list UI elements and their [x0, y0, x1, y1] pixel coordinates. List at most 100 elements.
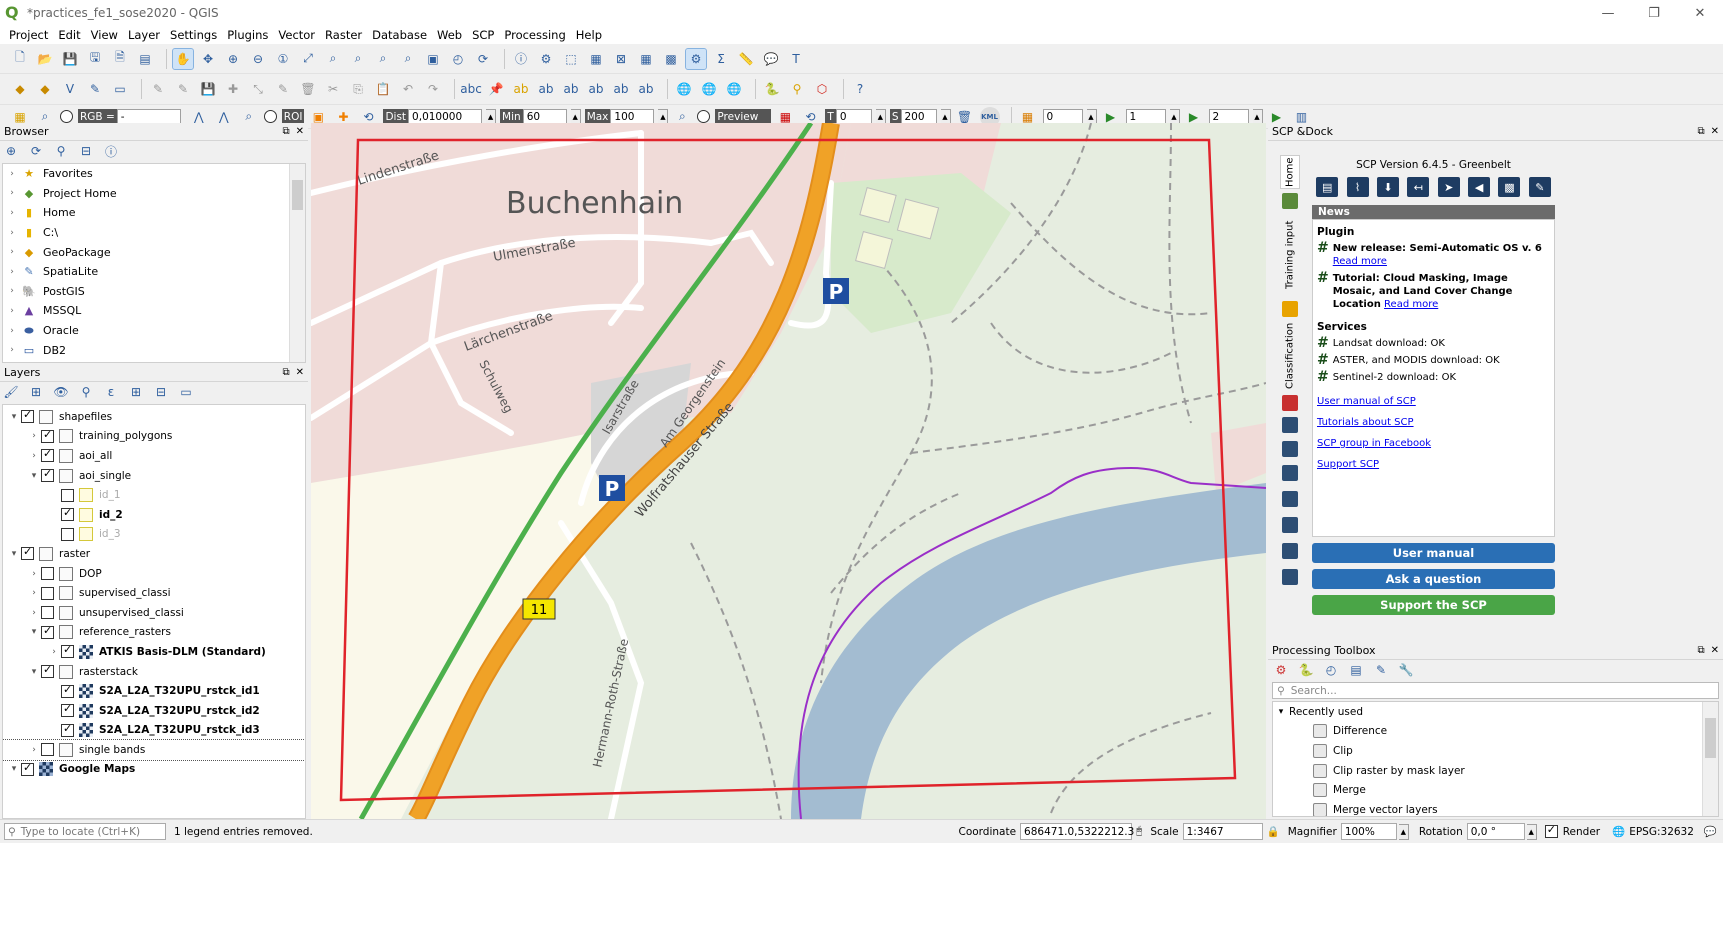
measure-icon[interactable]: 📏	[736, 49, 756, 69]
download-tab-icon[interactable]	[1282, 417, 1298, 433]
label-change-icon[interactable]: ab	[586, 79, 606, 99]
scp-process-icon[interactable]: ➤	[1437, 177, 1460, 197]
pin-tool-icon[interactable]: ⚲	[787, 79, 807, 99]
user-manual-link[interactable]: User manual of SCP	[1317, 396, 1550, 407]
add-feature-icon[interactable]: ✚	[223, 79, 243, 99]
temporal-controller-icon[interactable]: ◴	[448, 49, 468, 69]
float-panel-icon[interactable]: ⧉	[1697, 645, 1704, 656]
menu-edit[interactable]: Edit	[53, 28, 85, 42]
label-move-icon[interactable]: ab	[536, 79, 556, 99]
menu-view[interactable]: View	[86, 28, 123, 42]
label-toolbar-icon[interactable]: abc	[460, 79, 482, 99]
chevron-right-icon[interactable]: ›	[3, 169, 21, 179]
layer-visibility-checkbox[interactable]	[41, 467, 54, 483]
scp-tab-home[interactable]: Home	[1280, 155, 1300, 189]
layer-visibility-checkbox[interactable]	[41, 586, 54, 600]
layer-visibility-checkbox[interactable]	[61, 683, 74, 698]
label-show-hide-icon[interactable]: ab	[611, 79, 631, 99]
redo-icon[interactable]: ↷	[423, 79, 443, 99]
float-panel-icon[interactable]: ⧉	[1697, 126, 1704, 137]
menu-processing[interactable]: Processing	[499, 28, 570, 42]
close-panel-icon[interactable]: ✕	[296, 367, 304, 378]
deselect-icon[interactable]: ⊠	[611, 49, 631, 69]
help-icon[interactable]: ?	[850, 79, 870, 99]
expand-all-icon[interactable]: ⊞	[129, 385, 143, 399]
chevron-right-icon[interactable]: ›	[27, 451, 41, 461]
chevron-right-icon[interactable]: ›	[47, 647, 61, 657]
layer-tree-item[interactable]: › single bands	[3, 739, 305, 761]
browser-item[interactable]: › ◆ Project Home	[3, 184, 305, 204]
menu-raster[interactable]: Raster	[320, 28, 367, 42]
scp-preprocess-icon[interactable]: ↤	[1407, 177, 1430, 197]
add-selected-layers-icon[interactable]: ⊕	[4, 144, 18, 158]
zoom-next-icon[interactable]: ⌕	[398, 49, 418, 69]
properties-widget-icon[interactable]: ⓘ	[104, 144, 118, 159]
browser-scrollbar[interactable]	[289, 164, 305, 362]
layer-tree-item[interactable]: ▾ raster	[3, 544, 305, 564]
processing-algorithm-item[interactable]: Merge	[1273, 780, 1718, 800]
map-canvas[interactable]: Buchenhain Lindenstraße Ulmenstraße Lärc…	[311, 123, 1266, 819]
menu-vector[interactable]: Vector	[273, 28, 320, 42]
save-edits-icon[interactable]: 💾	[198, 79, 218, 99]
map-tips-icon[interactable]: 💬	[761, 49, 781, 69]
locator-input[interactable]: ⚲ Type to locate (Ctrl+K)	[4, 823, 166, 840]
scp-band-set-icon[interactable]: ▤	[1316, 177, 1339, 197]
label-properties-icon[interactable]: ab	[636, 79, 656, 99]
ask-question-button[interactable]: Ask a question	[1312, 569, 1555, 589]
zoom-in-icon[interactable]: ⊕	[223, 49, 243, 69]
python-console-icon[interactable]: 🐍	[762, 79, 782, 99]
menu-project[interactable]: Project	[4, 28, 53, 42]
coordinate-input[interactable]: 686471.0,5322212.3	[1020, 823, 1134, 840]
collapse-all-layers-icon[interactable]: ⊟	[154, 385, 168, 399]
plugin-hexagon-icon[interactable]: ⬡	[812, 79, 832, 99]
menu-settings[interactable]: Settings	[165, 28, 222, 42]
zoom-last-icon[interactable]: ⌕	[373, 49, 393, 69]
chevron-right-icon[interactable]: ›	[3, 228, 21, 238]
chevron-right-icon[interactable]: ›	[27, 588, 41, 598]
processing-algorithm-item[interactable]: Clip raster by mask layer	[1273, 761, 1718, 781]
facebook-group-link[interactable]: SCP group in Facebook	[1317, 438, 1550, 449]
chevron-down-icon[interactable]: ▾	[27, 627, 41, 637]
float-panel-icon[interactable]: ⧉	[282, 126, 289, 137]
layer-visibility-checkbox[interactable]	[41, 663, 54, 679]
layer-visibility-checkbox[interactable]	[61, 488, 74, 502]
processing-algorithm-item[interactable]: Merge vector layers	[1273, 800, 1718, 816]
chevron-down-icon[interactable]: ▾	[27, 471, 41, 481]
georeferencer-icon[interactable]: 🌐	[674, 79, 694, 99]
statistical-summary-icon[interactable]: Σ	[711, 49, 731, 69]
add-delimited-text-icon[interactable]: V	[60, 79, 80, 99]
minimize-button[interactable]: —	[1585, 0, 1631, 26]
browser-item[interactable]: › ★ Favorites	[3, 164, 305, 184]
new-temp-layer-icon[interactable]: ▭	[110, 79, 130, 99]
save-as-icon[interactable]: 🖫	[85, 49, 105, 69]
copy-features-icon[interactable]: ⎘	[348, 79, 368, 99]
actions-icon[interactable]: ⚙	[536, 49, 556, 69]
processing-algorithm-item[interactable]: Difference	[1273, 722, 1718, 742]
layer-tree-item[interactable]: ▾ shapefiles	[3, 407, 305, 427]
chevron-right-icon[interactable]: ›	[3, 208, 21, 218]
layer-tree-item[interactable]: › unsupervised_classi	[3, 603, 305, 623]
layer-tree-item[interactable]: id_1	[3, 485, 305, 505]
refresh-browser-icon[interactable]: ⟳	[29, 144, 43, 158]
browser-item[interactable]: › ▮ Home	[3, 203, 305, 223]
select-features-icon[interactable]: ⬚	[561, 49, 581, 69]
menu-web[interactable]: Web	[432, 28, 467, 42]
remove-layer-icon[interactable]: ▭	[179, 385, 193, 399]
filter-expression-icon[interactable]: ε	[104, 385, 118, 399]
layer-visibility-checkbox[interactable]	[41, 624, 54, 639]
chevron-right-icon[interactable]: ›	[3, 267, 21, 277]
chevron-right-icon[interactable]: ›	[3, 326, 21, 336]
menu-plugins[interactable]: Plugins	[222, 28, 273, 42]
layer-tree-item[interactable]: ▾ reference_rasters	[3, 623, 305, 643]
support-scp-link[interactable]: Support SCP	[1317, 459, 1550, 470]
rotation-input[interactable]: 0,0 °	[1466, 823, 1525, 840]
attribute-table-icon[interactable]: ▦	[636, 49, 656, 69]
chevron-right-icon[interactable]: ›	[27, 569, 41, 579]
close-panel-icon[interactable]: ✕	[296, 126, 304, 137]
vertex-tool-icon[interactable]: ⤡	[248, 79, 268, 99]
select-by-value-icon[interactable]: ▦	[586, 49, 606, 69]
messages-icon[interactable]: 💬	[1704, 825, 1717, 838]
zoom-selection-icon[interactable]: ⌕	[323, 49, 343, 69]
history-icon[interactable]: ◴	[1324, 663, 1338, 677]
close-panel-icon[interactable]: ✕	[1711, 126, 1719, 137]
